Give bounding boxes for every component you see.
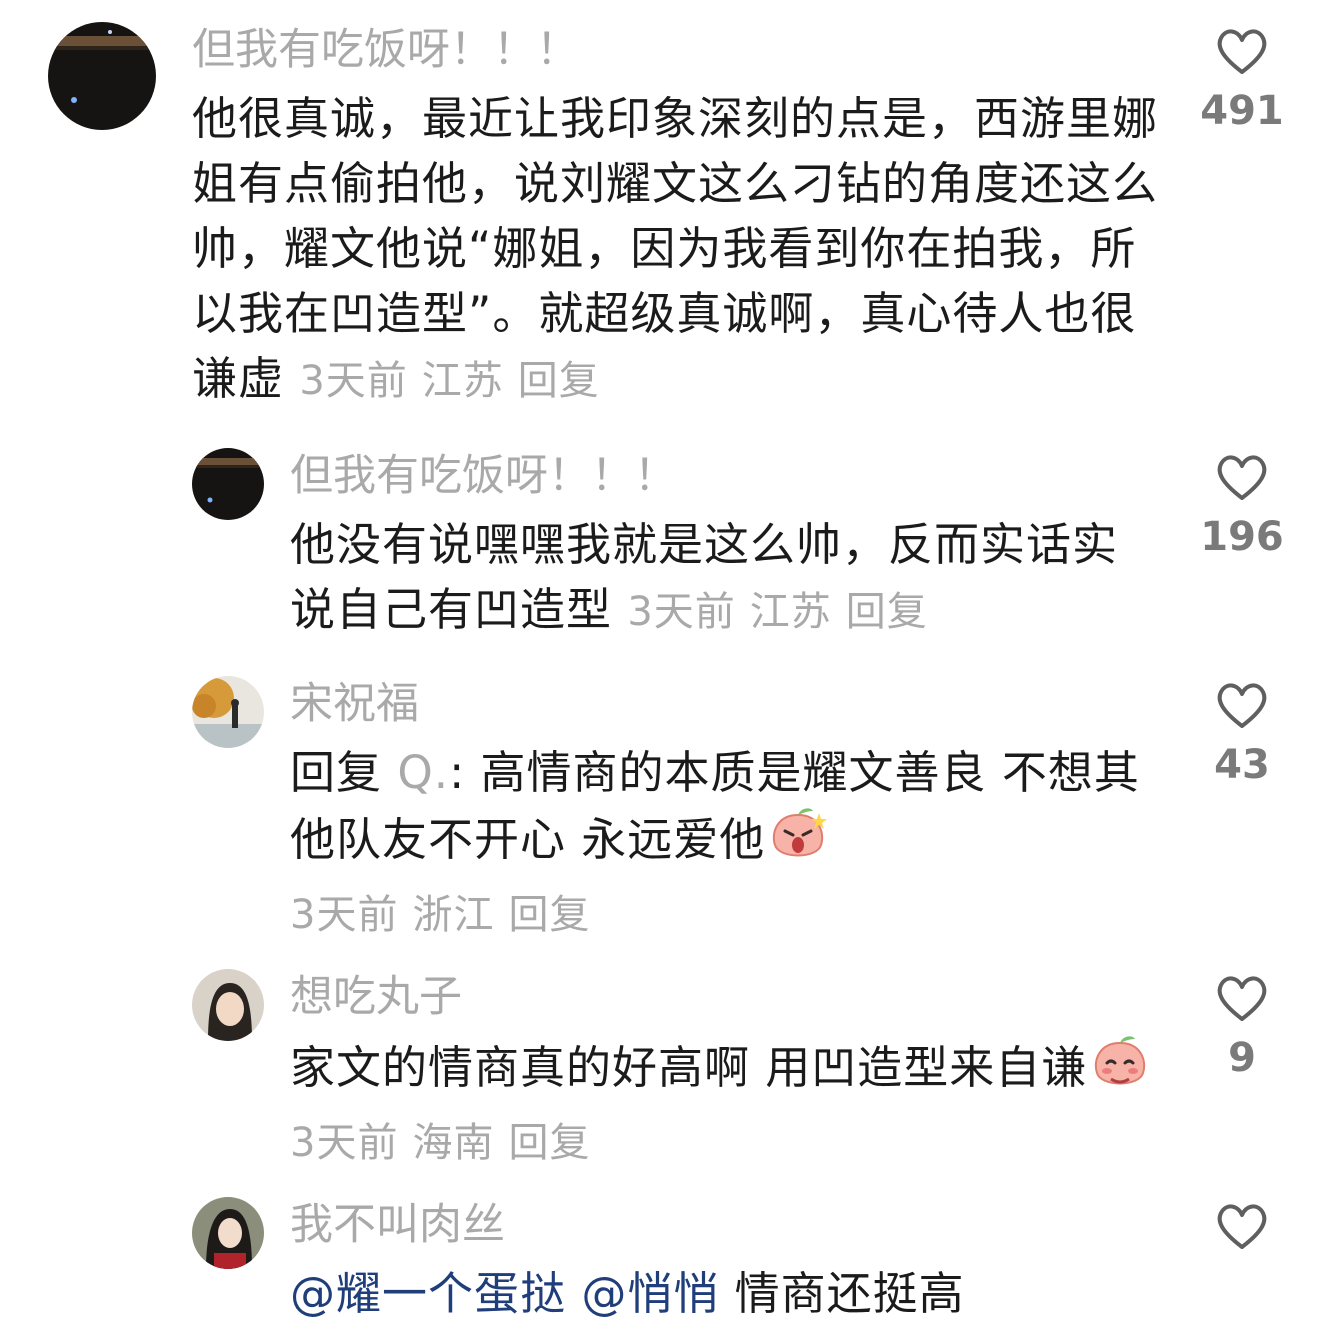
like-button[interactable]: 9: [1194, 975, 1290, 1083]
avatar[interactable]: [48, 22, 156, 130]
like-button[interactable]: 491: [1194, 28, 1290, 136]
comment-text: @耀一个蛋挞 @悄悄 情商还挺高: [290, 1261, 1190, 1326]
comment-location: 江苏: [749, 589, 832, 635]
comment-location: 浙江: [412, 892, 495, 938]
comment-time: 3天前: [299, 358, 408, 404]
like-count: 491: [1200, 88, 1284, 134]
comment-time: 3天前: [290, 892, 399, 938]
comment-meta: 3天前 海南 回复: [290, 1120, 604, 1166]
avatar[interactable]: [192, 676, 264, 748]
comment-time: 3天前: [627, 589, 736, 635]
reply-button[interactable]: 回复: [518, 358, 600, 404]
mention-link[interactable]: @耀一个蛋挞: [290, 1267, 566, 1320]
like-count: 9: [1228, 1035, 1256, 1081]
username[interactable]: 宋祝福: [290, 676, 419, 732]
comment-meta: 3天前 江苏 回复: [627, 589, 941, 635]
username[interactable]: 但我有吃饭呀！！！: [290, 448, 677, 504]
like-button[interactable]: [1194, 1203, 1290, 1251]
comment-meta: 3天前 浙江 回复: [290, 892, 604, 938]
comment-2: 但我有吃饭呀！！！ 他没有说嘿嘿我就是这么帅，反而实话实说自己有凹造型 3天前江…: [0, 430, 1320, 650]
comment-text: 他没有说嘿嘿我就是这么帅，反而实话实说自己有凹造型 3天前 江苏 回复: [290, 512, 1160, 645]
heart-outline-icon: [1217, 683, 1267, 728]
username[interactable]: 想吃丸子: [290, 969, 462, 1025]
comment-time: 3天前: [290, 1120, 399, 1166]
heart-outline-icon: [1217, 29, 1267, 74]
username[interactable]: 我不叫肉丝: [290, 1197, 505, 1253]
reply-button[interactable]: 回复: [846, 589, 928, 635]
username[interactable]: 但我有吃饭呀！！！: [192, 22, 579, 78]
comment-1: 但我有吃饭呀！！！ 他很真诚，最近让我印象深刻的点是，西游里娜姐有点偷拍他，说刘…: [0, 0, 1320, 430]
comment-text: 回复 Q.: 高情商的本质是耀文善良 不想其他队友不开心 永远爱他 3天前 浙江回…: [290, 740, 1160, 948]
comment-5: 我不叫肉丝 @耀一个蛋挞 @悄悄 情商还挺高: [0, 1185, 1320, 1334]
comment-location: 江苏: [421, 358, 504, 404]
shocked-peach-emoji: [767, 805, 829, 880]
reply-button[interactable]: 回复: [508, 1120, 590, 1166]
mention-link[interactable]: @悄悄: [581, 1267, 719, 1320]
comment-3: 宋祝福 回复 Q.: 高情商的本质是耀文善良 不想其他队友不开心 永远爱他 3天…: [0, 660, 1320, 950]
heart-outline-icon: [1217, 976, 1267, 1021]
heart-outline-icon: [1217, 455, 1267, 500]
like-button[interactable]: 43: [1194, 682, 1290, 790]
like-count: 196: [1200, 514, 1284, 560]
comment-body: 情商还挺高: [734, 1267, 965, 1320]
avatar[interactable]: [192, 448, 264, 520]
reply-prefix: 回复: [290, 746, 383, 799]
avatar[interactable]: [192, 1197, 264, 1269]
like-count: 43: [1214, 742, 1270, 788]
comment-text: 家文的情商真的好高啊 用凹造型来自谦 3天前 海南 回复: [290, 1033, 1160, 1176]
avatar[interactable]: [192, 969, 264, 1041]
comment-text: 他很真诚，最近让我印象深刻的点是，西游里娜姐有点偷拍他，说刘耀文这么刁钻的角度还…: [192, 86, 1162, 414]
like-button[interactable]: 196: [1194, 454, 1290, 562]
comment-meta: 3天前 江苏 回复: [299, 358, 613, 404]
reply-button[interactable]: 回复: [508, 892, 590, 938]
heart-outline-icon: [1217, 1204, 1267, 1249]
comment-body: 家文的情商真的好高啊 用凹造型来自谦: [290, 1041, 1088, 1094]
comment-location: 海南: [412, 1120, 495, 1166]
comment-4: 想吃丸子 家文的情商真的好高啊 用凹造型来自谦 3天前 海南 回复 9: [0, 955, 1320, 1185]
reply-to-user[interactable]: Q.: [397, 746, 449, 799]
shy-peach-emoji: [1089, 1033, 1151, 1108]
